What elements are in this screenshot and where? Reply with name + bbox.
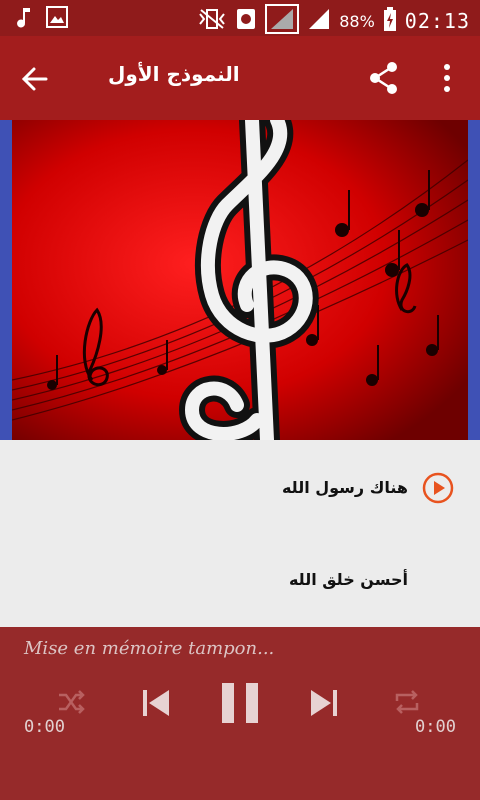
player-bar: Mise en mémoire tampon... 0:00 0:00 [0,627,480,800]
next-icon[interactable] [308,687,340,723]
page-title: النموذج الأول [108,62,240,86]
list-item[interactable]: هناك رسول الله [282,478,408,497]
clock: 02:13 [404,9,470,33]
album-art [11,107,469,453]
more-vert-icon[interactable] [436,60,458,96]
battery-icon [383,7,397,35]
share-icon[interactable] [366,60,402,96]
globe-icon [235,7,257,35]
app-bar: النموذج الأول [0,36,480,120]
elapsed-time: 0:00 [24,717,65,737]
previous-icon[interactable] [140,687,172,723]
signal-icon [265,4,300,38]
album-art-frame [0,107,480,453]
battery-percent: 88% [339,11,375,31]
pause-icon[interactable] [220,681,260,729]
back-arrow-icon[interactable] [18,62,52,96]
list-item[interactable]: أحسن خلق الله [289,570,408,589]
repeat-icon[interactable] [392,687,422,721]
image-icon [46,6,68,34]
vibrate-icon [197,7,227,35]
total-time: 0:00 [415,717,456,737]
status-bar: 88% 02:13 [0,0,480,36]
player-status: Mise en mémoire tampon... [24,638,275,659]
shuffle-icon[interactable] [56,687,86,721]
signal-bars-icon [307,7,331,35]
play-circle-icon[interactable] [422,472,454,504]
track-list: هناك رسول الله أحسن خلق الله [0,440,480,627]
music-note-icon [14,6,32,34]
